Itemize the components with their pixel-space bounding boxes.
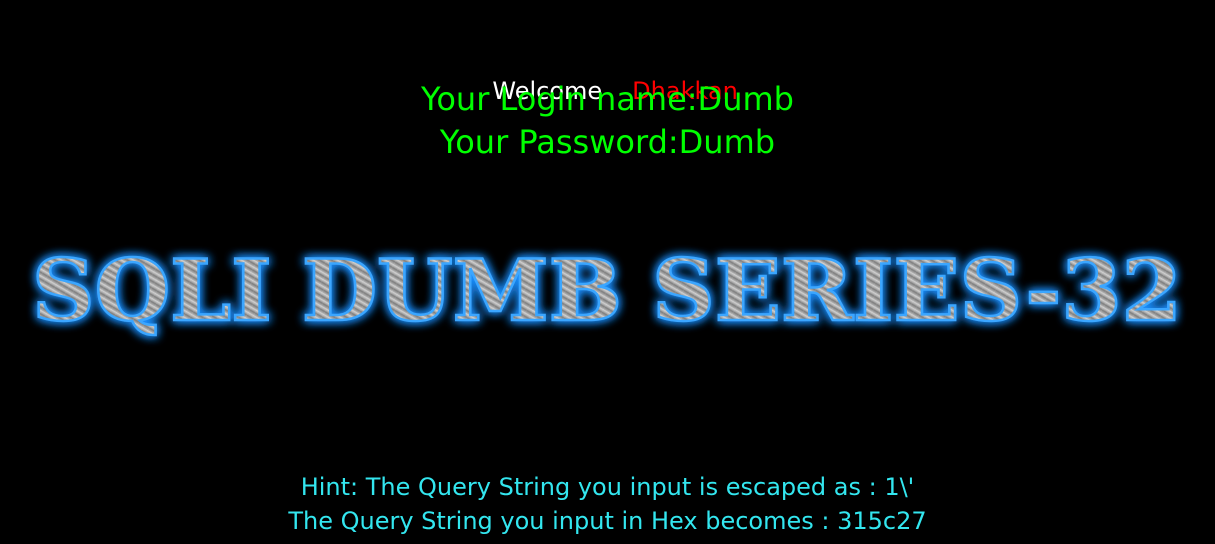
escaped-hint-text: Hint: The Query String you input is esca… xyxy=(300,473,915,501)
password-text: Your Password:Dumb xyxy=(439,123,776,161)
login-name-text: Your Login name:Dumb xyxy=(421,80,794,118)
hex-hint-text: The Query String you input in Hex become… xyxy=(288,507,927,535)
banner-title: SQLI DUMB SERIES-32 xyxy=(32,241,1182,340)
series-banner: SQLI DUMB SERIES-32 xyxy=(0,238,1215,348)
banner-title-graphic: SQLI DUMB SERIES-32 xyxy=(31,240,1184,342)
